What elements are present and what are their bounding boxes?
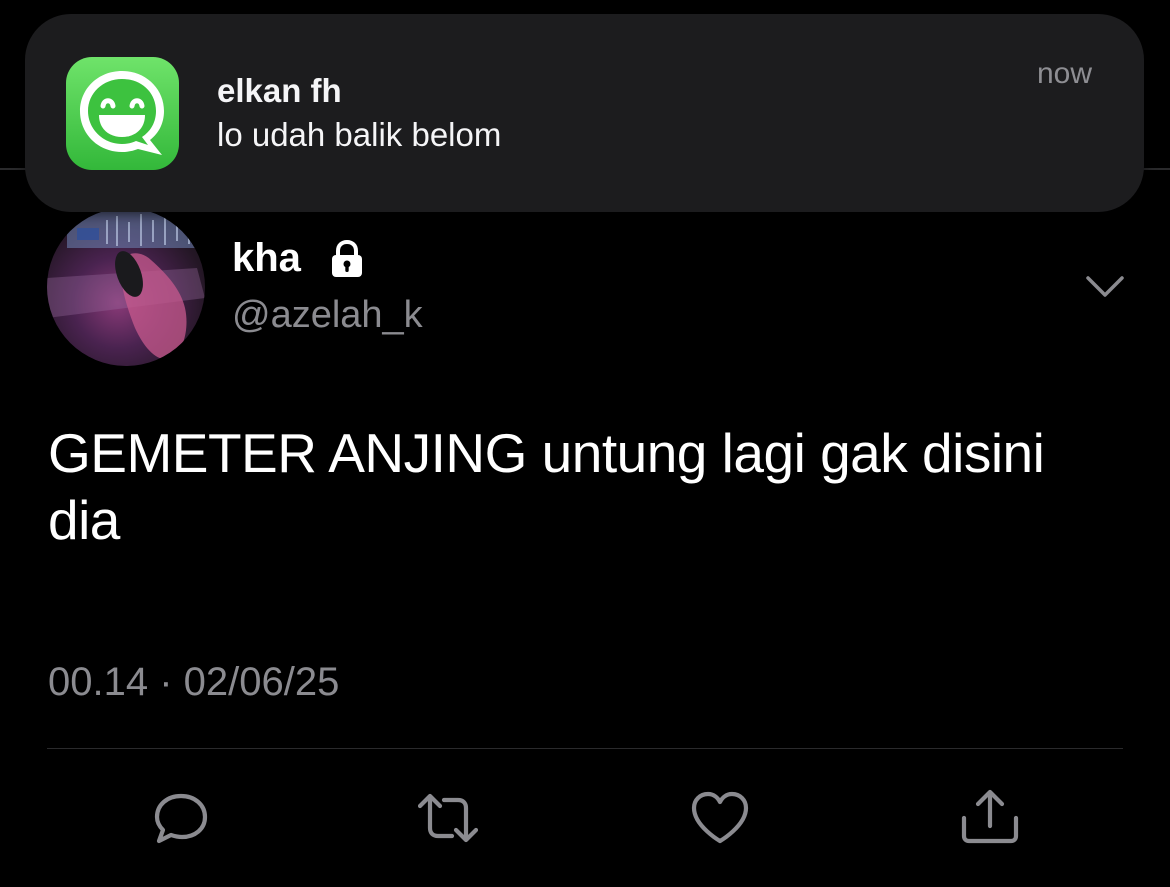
- display-name[interactable]: kha: [232, 236, 301, 281]
- notification-message: lo udah balik belom: [217, 116, 502, 153]
- divider: [47, 748, 1123, 749]
- chevron-down-icon[interactable]: [1084, 270, 1126, 304]
- screen: kha @azelah_k GEMETER ANJING untung lagi…: [0, 0, 1170, 887]
- tweet-timestamp[interactable]: 00.14 · 02/06/25: [48, 660, 339, 705]
- tweet-text: GEMETER ANJING untung lagi gak disini di…: [48, 422, 1045, 551]
- avatar[interactable]: [47, 208, 205, 366]
- reply-button[interactable]: [151, 788, 211, 848]
- reply-icon: [154, 793, 208, 844]
- lock-icon: [326, 238, 368, 280]
- like-button[interactable]: [690, 788, 750, 848]
- like-icon: [691, 791, 749, 844]
- user-handle[interactable]: @azelah_k: [232, 294, 423, 337]
- share-icon: [961, 789, 1019, 844]
- notification-sender: elkan fh: [217, 72, 342, 109]
- retweet-button[interactable]: [418, 788, 478, 848]
- notification-banner[interactable]: elkan fh lo udah balik belom now: [25, 14, 1144, 212]
- notification-time: now: [1036, 57, 1092, 90]
- share-button[interactable]: [960, 788, 1020, 848]
- messenger-smiley-icon: [66, 57, 179, 170]
- retweet-icon: [418, 793, 478, 843]
